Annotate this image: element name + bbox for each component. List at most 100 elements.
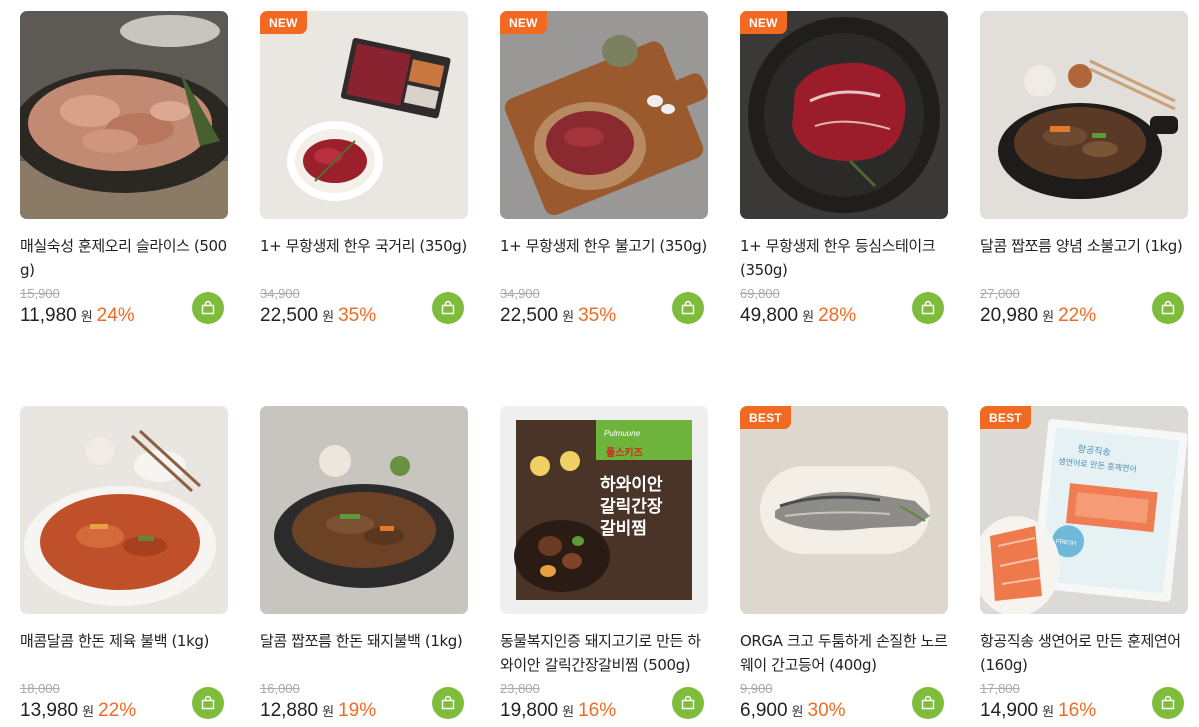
product-card[interactable]: Pulmuone 풀스키즈 하와이안 갈릭간장 갈비찜 동물복지인증 돼지고기로…: [500, 406, 708, 727]
add-to-cart-button[interactable]: [912, 687, 944, 719]
smoked-duck-image: [20, 11, 228, 219]
add-to-cart-button[interactable]: [672, 292, 704, 324]
discount-rate: 22%: [1058, 305, 1097, 326]
product-name[interactable]: 항공직송 생연어로 만든 훈제연어 (160g): [980, 629, 1188, 681]
product-image[interactable]: Pulmuone 풀스키즈 하와이안 갈릭간장 갈비찜: [500, 406, 708, 614]
product-card[interactable]: 달콤 짭쪼름 양념 소불고기 (1kg) 27,000 20,980 원 22%: [980, 11, 1188, 332]
add-to-cart-button[interactable]: [1152, 292, 1184, 324]
beef-bulgogi-skillet-image: [980, 11, 1188, 219]
add-to-cart-button[interactable]: [1152, 687, 1184, 719]
discount-rate: 19%: [338, 700, 377, 721]
discount-rate: 24%: [96, 305, 135, 326]
shopping-bag-icon: [1161, 695, 1175, 710]
product-card[interactable]: NEW 1+ 무항생제 한우 국거리 (350g) 34,900 22,500 원…: [260, 11, 468, 332]
beef-bulgogi-image: [500, 11, 708, 219]
discount-rate: 35%: [578, 305, 617, 326]
package-title-1: 하와이안: [600, 475, 663, 495]
sale-price: 19,800: [500, 700, 559, 721]
discount-rate: 28%: [818, 305, 857, 326]
sale-price: 22,500: [260, 305, 319, 326]
product-image[interactable]: [980, 11, 1188, 219]
product-badge: BEST: [740, 406, 791, 429]
discount-rate: 16%: [1058, 700, 1097, 721]
package-line: 풀스키즈: [606, 446, 643, 459]
currency-label: 원: [562, 310, 575, 325]
product-card[interactable]: NEW 1+ 무항생제 한우 등심스테이크 (350g) 69,800 49,8…: [740, 11, 948, 332]
add-to-cart-button[interactable]: [432, 687, 464, 719]
product-image[interactable]: BEST: [740, 406, 948, 614]
currency-label: 원: [562, 705, 575, 720]
add-to-cart-button[interactable]: [432, 292, 464, 324]
product-card[interactable]: 달콤 짭쪼름 한돈 돼지불백 (1kg) 16,000 12,880 원 19%: [260, 406, 468, 727]
product-name[interactable]: 1+ 무항생제 한우 등심스테이크 (350g): [740, 234, 948, 286]
product-name[interactable]: 매콤달콤 한돈 제육 불백 (1kg): [20, 629, 228, 681]
shopping-bag-icon: [201, 695, 215, 710]
shopping-bag-icon: [921, 695, 935, 710]
shopping-bag-icon: [681, 300, 695, 315]
add-to-cart-button[interactable]: [912, 292, 944, 324]
product-name[interactable]: 1+ 무항생제 한우 국거리 (350g): [260, 234, 468, 286]
product-name[interactable]: 매실숙성 훈제오리 슬라이스 (500g): [20, 234, 228, 286]
product-card[interactable]: NEW 1+ 무항생제 한우 불고기 (350g) 34,900 22,500 원…: [500, 11, 708, 332]
shopping-bag-icon: [441, 300, 455, 315]
product-card[interactable]: 매콤달콤 한돈 제육 불백 (1kg) 18,000 13,980 원 22%: [20, 406, 228, 727]
currency-label: 원: [322, 310, 335, 325]
product-image[interactable]: NEW: [740, 11, 948, 219]
sale-price: 20,980: [980, 305, 1039, 326]
product-image[interactable]: NEW: [500, 11, 708, 219]
product-badge: NEW: [740, 11, 787, 34]
sale-price: 6,900: [740, 700, 788, 721]
smoked-salmon-image: 항공직송 생연어로 만든 훈제연어 FRESH: [980, 406, 1188, 614]
sale-price: 12,880: [260, 700, 319, 721]
pork-bulgogi-image: [260, 406, 468, 614]
product-grid: 매실숙성 훈제오리 슬라이스 (500g) 15,900 11,980 원 24%: [0, 0, 1199, 727]
package-title-3: 갈비찜: [600, 519, 647, 539]
product-name[interactable]: 달콤 짭쪼름 양념 소불고기 (1kg): [980, 234, 1188, 286]
currency-label: 원: [802, 310, 815, 325]
sale-price: 14,900: [980, 700, 1039, 721]
currency-label: 원: [322, 705, 335, 720]
product-image[interactable]: NEW: [260, 11, 468, 219]
shopping-bag-icon: [441, 695, 455, 710]
discount-rate: 35%: [338, 305, 377, 326]
discount-rate: 30%: [807, 700, 846, 721]
product-name[interactable]: ORGA 크고 두툼하게 손질한 노르웨이 간고등어 (400g): [740, 629, 948, 681]
product-image[interactable]: [20, 406, 228, 614]
product-image[interactable]: [20, 11, 228, 219]
add-to-cart-button[interactable]: [192, 687, 224, 719]
shopping-bag-icon: [201, 300, 215, 315]
shopping-bag-icon: [681, 695, 695, 710]
product-card[interactable]: 항공직송 생연어로 만든 훈제연어 FRESH BEST 항공직송 생연어로 만…: [980, 406, 1188, 727]
product-image[interactable]: [260, 406, 468, 614]
product-badge: BEST: [980, 406, 1031, 429]
sale-price: 11,980: [20, 305, 77, 326]
add-to-cart-button[interactable]: [192, 292, 224, 324]
package-brand: Pulmuone: [604, 429, 641, 438]
add-to-cart-button[interactable]: [672, 687, 704, 719]
product-name[interactable]: 1+ 무항생제 한우 불고기 (350g): [500, 234, 708, 286]
currency-label: 원: [1042, 705, 1055, 720]
product-image[interactable]: 항공직송 생연어로 만든 훈제연어 FRESH BEST: [980, 406, 1188, 614]
currency-label: 원: [791, 705, 804, 720]
discount-rate: 22%: [98, 700, 137, 721]
currency-label: 원: [80, 310, 93, 325]
product-name[interactable]: 동물복지인증 돼지고기로 만든 하와이안 갈릭간장갈비찜 (500g): [500, 629, 708, 681]
product-card[interactable]: BEST ORGA 크고 두툼하게 손질한 노르웨이 간고등어 (400g) 9…: [740, 406, 948, 727]
currency-label: 원: [1042, 310, 1055, 325]
package-title-2: 갈릭간장: [600, 497, 663, 517]
sirloin-steak-image: [740, 11, 948, 219]
product-badge: NEW: [260, 11, 307, 34]
product-card[interactable]: 매실숙성 훈제오리 슬라이스 (500g) 15,900 11,980 원 24%: [20, 11, 228, 332]
shopping-bag-icon: [921, 300, 935, 315]
product-badge: NEW: [500, 11, 547, 34]
sale-price: 49,800: [740, 305, 799, 326]
sale-price: 22,500: [500, 305, 559, 326]
shopping-bag-icon: [1161, 300, 1175, 315]
sale-price: 13,980: [20, 700, 79, 721]
mackerel-image: [740, 406, 948, 614]
beef-soup-cut-image: [260, 11, 468, 219]
product-name[interactable]: 달콤 짭쪼름 한돈 돼지불백 (1kg): [260, 629, 468, 681]
spicy-pork-image: [20, 406, 228, 614]
currency-label: 원: [82, 705, 95, 720]
discount-rate: 16%: [578, 700, 617, 721]
